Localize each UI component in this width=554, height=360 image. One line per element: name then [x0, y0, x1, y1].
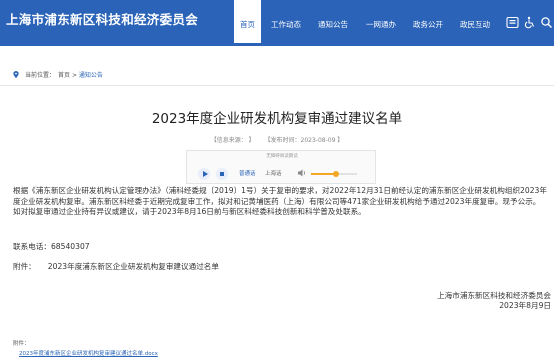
- article-meta: 【信息来源： 】 【发布时间：2023-08-09 】: [0, 135, 554, 144]
- article-date: 【发布时间：2023-08-09 】: [264, 137, 344, 144]
- voice-mandarin-option[interactable]: 普通话: [239, 169, 256, 177]
- nav-notices[interactable]: 通知公告: [314, 0, 352, 43]
- breadcrumb-separator: >: [70, 72, 79, 79]
- contact-phone: 联系电话：68540307: [13, 242, 90, 251]
- article-source: 【信息来源： 】: [210, 137, 255, 144]
- attachment-download-link[interactable]: 2023年度浦东新区企业研发机构复审建议通过名单.docx: [19, 349, 158, 357]
- attachment-reference-label: 附件：: [13, 262, 36, 271]
- location-pin-icon: [13, 71, 19, 78]
- breadcrumb-current[interactable]: 通知公告: [79, 72, 103, 79]
- signature-date: 2023年8月9日: [499, 301, 551, 310]
- breadcrumb-prefix: 当前位置：: [25, 72, 56, 79]
- volume-icon: [298, 169, 306, 177]
- article-objection-paragraph: 如对拟复审通过企业持有异议或建议，请于2023年8月16日前与新区科经委科技创新…: [13, 207, 366, 217]
- play-button[interactable]: [198, 168, 210, 180]
- breadcrumb-divider: [0, 85, 554, 86]
- nav-public-interaction[interactable]: 政民互动: [456, 0, 494, 43]
- article-body-paragraph: 根据《浦东新区企业研发机构认定管理办法》（浦科经委规〔2019〕1号）关于复审的…: [13, 186, 547, 206]
- nav-one-stop-service[interactable]: 一网通办: [362, 0, 400, 43]
- stop-button[interactable]: [216, 168, 228, 180]
- site-title[interactable]: 上海市浦东新区科技和经济委员会: [6, 9, 198, 28]
- attachments-label: 附件：: [13, 341, 30, 347]
- volume-knob[interactable]: [333, 171, 340, 177]
- article-title: 2023年度企业研发机构复审通过建议名单: [151, 111, 403, 127]
- breadcrumb-home[interactable]: 首页: [58, 72, 70, 79]
- player-caption: 无障碍阅读朗读: [266, 154, 298, 159]
- search-icon[interactable]: [540, 16, 553, 29]
- nav-work-news[interactable]: 工作动态: [267, 0, 305, 43]
- audio-reader-player: 无障碍阅读朗读 普通话 上海话: [186, 150, 376, 184]
- attachment-reference: 附件： 2023年度浦东新区企业研发机构复审建议通过名单: [13, 261, 219, 272]
- nav-home[interactable]: 首页: [234, 0, 261, 43]
- site-header: 上海市浦东新区科技和经济委员会 首页 工作动态 通知公告 一网通办 政务公开 政…: [0, 0, 554, 46]
- wheelchair-icon[interactable]: [523, 16, 536, 29]
- nav-gov-disclosure[interactable]: 政务公开: [409, 0, 447, 43]
- article-body: 根据《浦东新区企业研发机构认定管理办法》（浦科经委规〔2019〕1号）关于复审的…: [13, 186, 553, 218]
- attachment-reference-name: 2023年度浦东新区企业研发机构复审建议通过名单: [47, 262, 219, 271]
- accessibility-mode-icon[interactable]: [506, 16, 519, 29]
- breadcrumb: 当前位置： 首页 > 通知公告: [13, 70, 103, 79]
- voice-shanghainese-option[interactable]: 上海话: [265, 169, 282, 177]
- volume-slider[interactable]: [311, 171, 357, 177]
